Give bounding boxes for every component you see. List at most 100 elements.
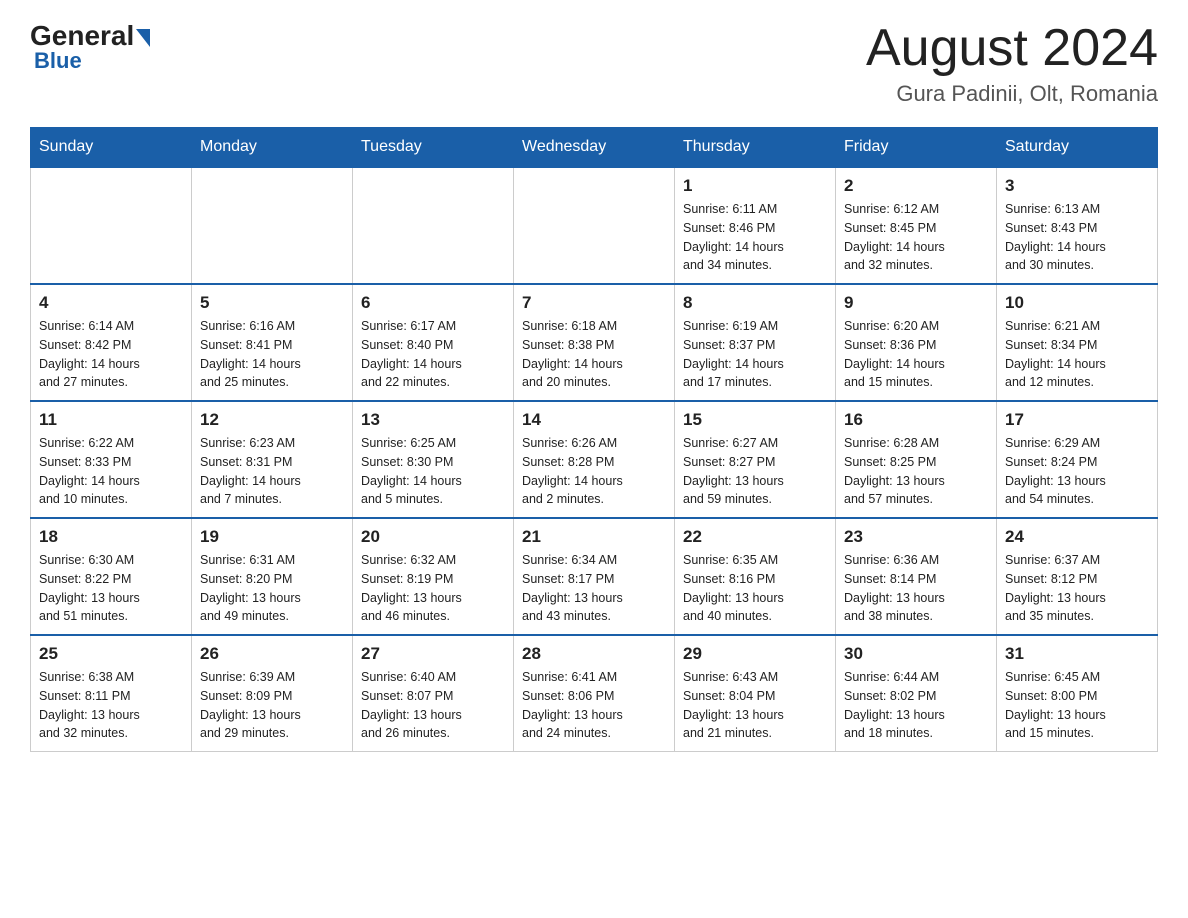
- day-number: 10: [1005, 293, 1149, 313]
- day-number: 20: [361, 527, 505, 547]
- calendar-cell: 29 Sunrise: 6:43 AM Sunset: 8:04 PM Dayli…: [675, 635, 836, 752]
- calendar-cell: 24 Sunrise: 6:37 AM Sunset: 8:12 PM Dayli…: [997, 518, 1158, 635]
- logo: General Blue: [30, 20, 150, 74]
- calendar-cell: 12 Sunrise: 6:23 AM Sunset: 8:31 PM Dayli…: [192, 401, 353, 518]
- day-number: 23: [844, 527, 988, 547]
- day-number: 4: [39, 293, 183, 313]
- calendar-week-row: 4 Sunrise: 6:14 AM Sunset: 8:42 PM Daylig…: [31, 284, 1158, 401]
- calendar-cell: 25 Sunrise: 6:38 AM Sunset: 8:11 PM Dayli…: [31, 635, 192, 752]
- calendar-cell: 6Sunrise: 6:17 AM Sunset: 8:40 PM Daylig…: [353, 284, 514, 401]
- day-info: Sunrise: 6:37 AM Sunset: 8:12 PM Dayligh…: [1005, 551, 1149, 626]
- calendar-cell: 22 Sunrise: 6:35 AM Sunset: 8:16 PM Dayli…: [675, 518, 836, 635]
- day-number: 17: [1005, 410, 1149, 430]
- weekday-header-sunday: Sunday: [31, 128, 192, 168]
- calendar-cell: [514, 167, 675, 284]
- day-number: 2: [844, 176, 988, 196]
- day-info: Sunrise: 6:31 AM Sunset: 8:20 PM Dayligh…: [200, 551, 344, 626]
- calendar-cell: 11 Sunrise: 6:22 AM Sunset: 8:33 PM Dayli…: [31, 401, 192, 518]
- calendar-cell: 23Sunrise: 6:36 AM Sunset: 8:14 PM Dayli…: [836, 518, 997, 635]
- day-info: Sunrise: 6:13 AM Sunset: 8:43 PM Dayligh…: [1005, 200, 1149, 275]
- title-section: August 2024 Gura Padinii, Olt, Romania: [866, 20, 1158, 107]
- day-info: Sunrise: 6:25 AM Sunset: 8:30 PM Dayligh…: [361, 434, 505, 509]
- day-number: 22: [683, 527, 827, 547]
- day-info: Sunrise: 6:11 AM Sunset: 8:46 PM Dayligh…: [683, 200, 827, 275]
- weekday-header-tuesday: Tuesday: [353, 128, 514, 168]
- day-info: Sunrise: 6:16 AM Sunset: 8:41 PM Dayligh…: [200, 317, 344, 392]
- day-info: Sunrise: 6:28 AM Sunset: 8:25 PM Dayligh…: [844, 434, 988, 509]
- day-info: Sunrise: 6:43 AM Sunset: 8:04 PM Dayligh…: [683, 668, 827, 743]
- day-info: Sunrise: 6:23 AM Sunset: 8:31 PM Dayligh…: [200, 434, 344, 509]
- day-info: Sunrise: 6:34 AM Sunset: 8:17 PM Dayligh…: [522, 551, 666, 626]
- weekday-header-monday: Monday: [192, 128, 353, 168]
- calendar-cell: 30 Sunrise: 6:44 AM Sunset: 8:02 PM Dayli…: [836, 635, 997, 752]
- calendar-cell: [353, 167, 514, 284]
- calendar-cell: 7 Sunrise: 6:18 AM Sunset: 8:38 PM Daylig…: [514, 284, 675, 401]
- weekday-header-saturday: Saturday: [997, 128, 1158, 168]
- calendar-week-row: 1 Sunrise: 6:11 AM Sunset: 8:46 PM Daylig…: [31, 167, 1158, 284]
- day-info: Sunrise: 6:32 AM Sunset: 8:19 PM Dayligh…: [361, 551, 505, 626]
- day-number: 19: [200, 527, 344, 547]
- calendar-cell: 27 Sunrise: 6:40 AM Sunset: 8:07 PM Dayli…: [353, 635, 514, 752]
- calendar-week-row: 11 Sunrise: 6:22 AM Sunset: 8:33 PM Dayli…: [31, 401, 1158, 518]
- day-number: 18: [39, 527, 183, 547]
- day-number: 29: [683, 644, 827, 664]
- calendar-cell: 15Sunrise: 6:27 AM Sunset: 8:27 PM Dayli…: [675, 401, 836, 518]
- calendar-body: 1 Sunrise: 6:11 AM Sunset: 8:46 PM Daylig…: [31, 167, 1158, 752]
- calendar-header: SundayMondayTuesdayWednesdayThursdayFrid…: [31, 128, 1158, 168]
- calendar-cell: [192, 167, 353, 284]
- calendar-cell: 14Sunrise: 6:26 AM Sunset: 8:28 PM Dayli…: [514, 401, 675, 518]
- day-number: 28: [522, 644, 666, 664]
- day-info: Sunrise: 6:18 AM Sunset: 8:38 PM Dayligh…: [522, 317, 666, 392]
- day-number: 24: [1005, 527, 1149, 547]
- day-number: 25: [39, 644, 183, 664]
- day-number: 27: [361, 644, 505, 664]
- day-info: Sunrise: 6:35 AM Sunset: 8:16 PM Dayligh…: [683, 551, 827, 626]
- day-info: Sunrise: 6:12 AM Sunset: 8:45 PM Dayligh…: [844, 200, 988, 275]
- calendar-cell: 9Sunrise: 6:20 AM Sunset: 8:36 PM Daylig…: [836, 284, 997, 401]
- day-info: Sunrise: 6:30 AM Sunset: 8:22 PM Dayligh…: [39, 551, 183, 626]
- calendar-cell: 28Sunrise: 6:41 AM Sunset: 8:06 PM Dayli…: [514, 635, 675, 752]
- day-number: 21: [522, 527, 666, 547]
- calendar-cell: 16 Sunrise: 6:28 AM Sunset: 8:25 PM Dayli…: [836, 401, 997, 518]
- day-info: Sunrise: 6:14 AM Sunset: 8:42 PM Dayligh…: [39, 317, 183, 392]
- calendar-cell: [31, 167, 192, 284]
- calendar-cell: 2 Sunrise: 6:12 AM Sunset: 8:45 PM Daylig…: [836, 167, 997, 284]
- calendar-cell: 21 Sunrise: 6:34 AM Sunset: 8:17 PM Dayli…: [514, 518, 675, 635]
- calendar-cell: 31Sunrise: 6:45 AM Sunset: 8:00 PM Dayli…: [997, 635, 1158, 752]
- calendar-cell: 8Sunrise: 6:19 AM Sunset: 8:37 PM Daylig…: [675, 284, 836, 401]
- calendar-cell: 13Sunrise: 6:25 AM Sunset: 8:30 PM Dayli…: [353, 401, 514, 518]
- day-number: 26: [200, 644, 344, 664]
- day-number: 1: [683, 176, 827, 196]
- day-info: Sunrise: 6:22 AM Sunset: 8:33 PM Dayligh…: [39, 434, 183, 509]
- calendar-cell: 17 Sunrise: 6:29 AM Sunset: 8:24 PM Dayli…: [997, 401, 1158, 518]
- day-number: 30: [844, 644, 988, 664]
- day-number: 6: [361, 293, 505, 313]
- day-info: Sunrise: 6:20 AM Sunset: 8:36 PM Dayligh…: [844, 317, 988, 392]
- day-number: 11: [39, 410, 183, 430]
- day-number: 14: [522, 410, 666, 430]
- day-info: Sunrise: 6:29 AM Sunset: 8:24 PM Dayligh…: [1005, 434, 1149, 509]
- calendar-cell: 26 Sunrise: 6:39 AM Sunset: 8:09 PM Dayli…: [192, 635, 353, 752]
- calendar-cell: 5 Sunrise: 6:16 AM Sunset: 8:41 PM Daylig…: [192, 284, 353, 401]
- calendar-cell: 3Sunrise: 6:13 AM Sunset: 8:43 PM Daylig…: [997, 167, 1158, 284]
- calendar-cell: 1 Sunrise: 6:11 AM Sunset: 8:46 PM Daylig…: [675, 167, 836, 284]
- day-number: 16: [844, 410, 988, 430]
- weekday-header-friday: Friday: [836, 128, 997, 168]
- day-info: Sunrise: 6:38 AM Sunset: 8:11 PM Dayligh…: [39, 668, 183, 743]
- logo-arrow-icon: [136, 29, 150, 47]
- day-number: 15: [683, 410, 827, 430]
- day-number: 5: [200, 293, 344, 313]
- day-info: Sunrise: 6:45 AM Sunset: 8:00 PM Dayligh…: [1005, 668, 1149, 743]
- weekday-header-thursday: Thursday: [675, 128, 836, 168]
- month-year-title: August 2024: [866, 20, 1158, 77]
- day-info: Sunrise: 6:39 AM Sunset: 8:09 PM Dayligh…: [200, 668, 344, 743]
- logo-blue-text: Blue: [34, 48, 82, 74]
- day-info: Sunrise: 6:19 AM Sunset: 8:37 PM Dayligh…: [683, 317, 827, 392]
- day-info: Sunrise: 6:44 AM Sunset: 8:02 PM Dayligh…: [844, 668, 988, 743]
- day-info: Sunrise: 6:40 AM Sunset: 8:07 PM Dayligh…: [361, 668, 505, 743]
- weekday-header-wednesday: Wednesday: [514, 128, 675, 168]
- day-number: 7: [522, 293, 666, 313]
- day-number: 12: [200, 410, 344, 430]
- calendar-week-row: 18 Sunrise: 6:30 AM Sunset: 8:22 PM Dayli…: [31, 518, 1158, 635]
- calendar-cell: 10Sunrise: 6:21 AM Sunset: 8:34 PM Dayli…: [997, 284, 1158, 401]
